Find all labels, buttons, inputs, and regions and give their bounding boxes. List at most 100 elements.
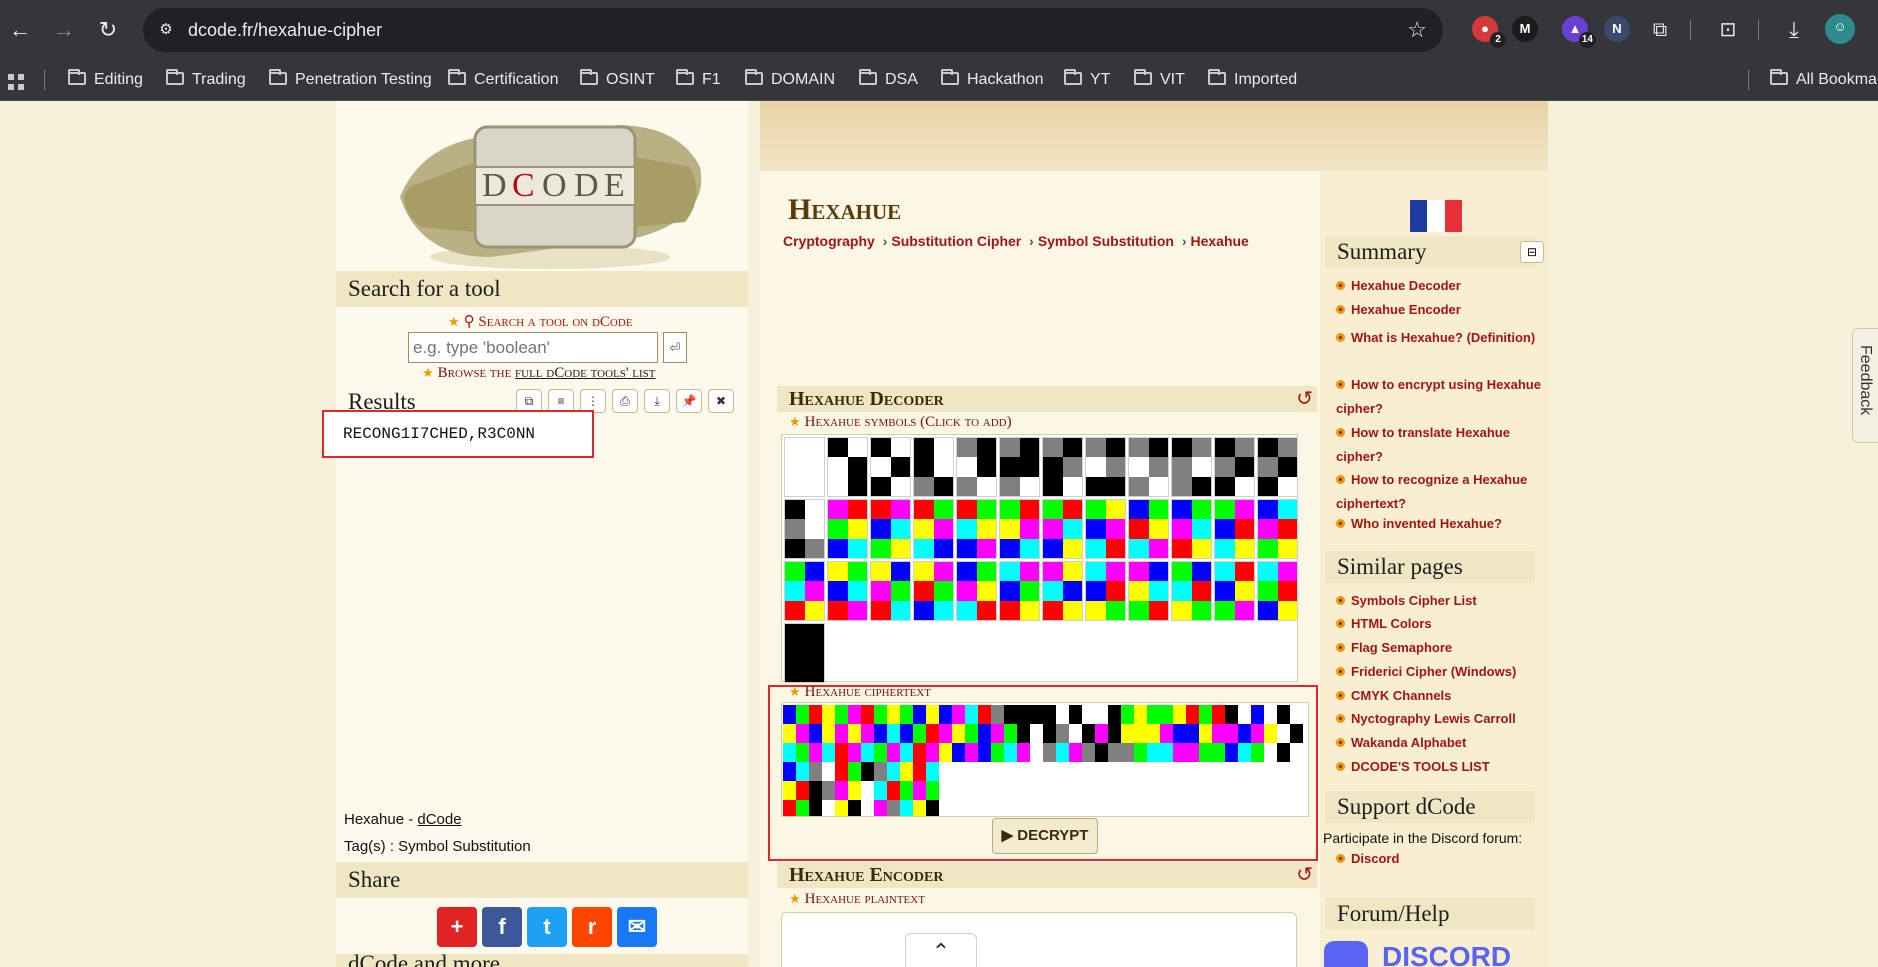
bookmark-folder[interactable]: YT — [1064, 68, 1110, 92]
bookmark-folder[interactable]: Imported — [1208, 68, 1297, 92]
hexahue-symbol-button[interactable] — [913, 437, 954, 497]
hexahue-symbol-button[interactable] — [1128, 499, 1169, 559]
facebook-icon[interactable]: f — [482, 907, 522, 947]
hexahue-symbol-button[interactable] — [1042, 499, 1083, 559]
dcode-link[interactable]: dCode — [417, 811, 461, 828]
hexahue-symbol-button[interactable] — [784, 561, 825, 621]
similar-link[interactable]: Nyctography Lewis Carroll — [1336, 711, 1516, 727]
bookmark-folder[interactable]: Trading — [166, 68, 246, 92]
reddit-icon[interactable]: r — [572, 907, 612, 947]
hexahue-symbol-button[interactable] — [827, 499, 868, 559]
plaintext-input[interactable] — [781, 912, 1297, 967]
feedback-tab[interactable]: Feedback — [1852, 328, 1878, 443]
reset-icon[interactable]: ↺ — [1296, 862, 1313, 888]
hexahue-symbol-button[interactable] — [1257, 499, 1298, 559]
hexahue-symbol-button[interactable] — [870, 561, 911, 621]
hexahue-symbol-button[interactable] — [1171, 499, 1212, 559]
hexahue-symbol-button[interactable] — [999, 437, 1040, 497]
hexahue-symbol-button[interactable] — [1257, 561, 1298, 621]
n-extension-icon[interactable]: N — [1604, 16, 1630, 42]
bookmark-folder[interactable]: Penetration Testing — [269, 68, 432, 92]
pin-icon[interactable]: 📌 — [676, 389, 702, 413]
summary-link[interactable]: Who invented Hexahue? — [1336, 516, 1502, 532]
breadcrumb-item[interactable]: Hexahue — [1190, 233, 1248, 249]
download-icon[interactable]: ⤓ — [1778, 14, 1810, 46]
breadcrumb-item[interactable]: Substitution Cipher — [891, 233, 1021, 249]
similar-link[interactable]: HTML Colors — [1336, 616, 1432, 632]
hexahue-symbol-button[interactable] — [1042, 561, 1083, 621]
bookmark-folder[interactable]: DOMAIN — [745, 68, 835, 92]
summary-link[interactable]: Hexahue Decoder — [1336, 278, 1461, 294]
result-value[interactable]: RECONG1I7CHED,R3C0NN — [343, 425, 535, 443]
full-tools-list-link[interactable]: full dCode tools' list — [515, 365, 655, 381]
discord-logo[interactable]: DISCORD — [1324, 939, 1514, 967]
hexahue-symbol-button[interactable] — [827, 437, 868, 497]
print-icon[interactable]: ⎙ — [612, 389, 638, 413]
download-icon[interactable]: ⤓ — [644, 389, 670, 413]
record-extension-icon[interactable]: ● 2 — [1472, 16, 1506, 48]
search-tool-link[interactable]: ★ ⚲ Search a tool on dCode — [448, 312, 633, 331]
hexahue-symbol-button[interactable] — [1042, 437, 1083, 497]
search-input[interactable] — [408, 332, 658, 363]
screenshot-lens-icon[interactable]: ⊡ — [1712, 14, 1744, 46]
similar-link[interactable]: Flag Semaphore — [1336, 640, 1452, 656]
twitter-icon[interactable]: t — [527, 907, 567, 947]
hexahue-symbol-button[interactable] — [870, 499, 911, 559]
summary-link[interactable]: How to encrypt using Hexahue cipher? — [1336, 373, 1544, 421]
medium-m-icon[interactable]: M — [1512, 16, 1538, 42]
site-info-icon[interactable]: ⚙ — [155, 19, 177, 41]
hexahue-symbol-button[interactable] — [999, 561, 1040, 621]
bookmark-folder[interactable]: F1 — [676, 68, 721, 92]
profile-avatar-icon[interactable]: ☺ — [1825, 14, 1855, 44]
decrypt-button[interactable]: ▶ DECRYPT — [992, 818, 1098, 854]
hexahue-symbol-button[interactable] — [1171, 437, 1212, 497]
similar-link[interactable]: DCODE'S TOOLS LIST — [1336, 759, 1490, 775]
hexahue-symbol-button[interactable] — [784, 499, 825, 559]
reset-icon[interactable]: ↺ — [1296, 386, 1313, 412]
forward-icon[interactable]: → — [48, 14, 80, 46]
hexahue-symbol-button[interactable] — [827, 561, 868, 621]
hexahue-symbol-button[interactable] — [1257, 437, 1298, 497]
breadcrumb-item[interactable]: Cryptography — [783, 233, 875, 249]
email-icon[interactable]: ✉ — [617, 907, 657, 947]
hexahue-symbol-button[interactable] — [870, 437, 911, 497]
discord-link[interactable]: Discord — [1336, 851, 1399, 867]
summary-link[interactable]: What is Hexahue? (Definition) — [1336, 326, 1544, 350]
similar-link[interactable]: Friderici Cipher (Windows) — [1336, 664, 1516, 680]
hexahue-symbol-button[interactable] — [956, 499, 997, 559]
hexahue-symbol-button[interactable] — [1085, 499, 1126, 559]
summary-link[interactable]: How to recognize a Hexahue ciphertext? — [1336, 468, 1544, 516]
french-flag-icon[interactable] — [1410, 200, 1462, 232]
summary-link[interactable]: How to translate Hexahue cipher? — [1336, 421, 1544, 469]
similar-link[interactable]: Wakanda Alphabet — [1336, 735, 1466, 751]
hexahue-symbol-button[interactable] — [956, 437, 997, 497]
apps-grid-icon[interactable] — [8, 74, 24, 90]
hexahue-symbol-button[interactable] — [784, 623, 825, 683]
bookmark-folder[interactable]: DSA — [859, 68, 918, 92]
similar-link[interactable]: CMYK Channels — [1336, 688, 1451, 704]
hexahue-symbol-button[interactable] — [1214, 499, 1255, 559]
back-icon[interactable]: ← — [4, 14, 36, 46]
hexahue-symbol-button[interactable] — [999, 499, 1040, 559]
hexahue-symbol-button[interactable] — [913, 499, 954, 559]
hexahue-symbol-button[interactable] — [1171, 561, 1212, 621]
close-icon[interactable]: ✖ — [708, 389, 734, 413]
all-bookmarks[interactable]: All Bookmar — [1770, 68, 1878, 92]
hexahue-symbol-button[interactable] — [1214, 437, 1255, 497]
bookmark-folder[interactable]: VIT — [1134, 68, 1185, 92]
extensions-puzzle-icon[interactable]: ⧉ — [1644, 14, 1676, 46]
share-plus-icon[interactable]: + — [437, 907, 477, 947]
hexahue-symbol-button[interactable] — [1128, 561, 1169, 621]
similar-link[interactable]: Symbols Cipher List — [1336, 593, 1477, 609]
search-submit-button[interactable]: ⏎ — [663, 332, 687, 363]
collapse-icon[interactable]: ⊟ — [1520, 241, 1544, 263]
dcode-logo[interactable]: D C O D E — [380, 107, 712, 275]
hexahue-symbol-button[interactable] — [1085, 437, 1126, 497]
purple-extension-icon[interactable]: ▲ 14 — [1562, 16, 1596, 48]
summary-link[interactable]: Hexahue Encoder — [1336, 302, 1461, 318]
hexahue-symbol-button[interactable] — [956, 561, 997, 621]
bookmark-folder[interactable]: Certification — [448, 68, 558, 92]
bookmark-folder[interactable]: Editing — [68, 68, 143, 92]
url-text[interactable]: dcode.fr/hexahue-cipher — [188, 20, 382, 41]
hexahue-symbol-button[interactable] — [1085, 561, 1126, 621]
